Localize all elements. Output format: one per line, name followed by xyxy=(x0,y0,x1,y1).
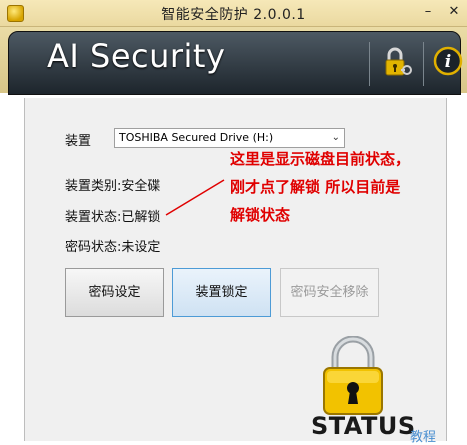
annotation-text: 这里是显示磁盘目前状态，刚才点了解锁 所以目前是解锁状态 xyxy=(230,150,411,224)
title-bar: 智能安全防护 2.0.0.1 – ✕ xyxy=(0,0,467,27)
status-lock-icon xyxy=(318,335,388,420)
password-state-row: 密码状态:未设定 xyxy=(65,236,160,255)
watermark-text: 教程 xyxy=(410,430,437,445)
lock-device-button[interactable]: 装置锁定 xyxy=(172,268,271,317)
lock-key-icon[interactable] xyxy=(381,46,415,80)
device-state-label: 装置状态: xyxy=(65,210,122,225)
close-button[interactable]: ✕ xyxy=(440,2,467,22)
device-type-label: 装置类别: xyxy=(65,179,122,194)
window-title: 智能安全防护 2.0.0.1 xyxy=(161,7,306,23)
banner-panel: AI Security i xyxy=(8,31,463,95)
device-label: 装置 xyxy=(65,134,92,149)
status-label: STATUS xyxy=(311,412,416,440)
password-state-value: 未设定 xyxy=(121,240,161,255)
device-type-value: 安全碟 xyxy=(121,179,161,194)
device-select-value: TOSHIBA Secured Drive (H:) xyxy=(119,131,274,144)
device-state-row: 装置状态:已解锁 xyxy=(65,206,160,225)
set-password-button[interactable]: 密码设定 xyxy=(65,268,164,317)
info-icon[interactable]: i xyxy=(433,46,467,80)
divider xyxy=(423,42,424,86)
device-state-value: 已解锁 xyxy=(121,210,161,225)
secure-remove-button[interactable]: 密码安全移除 xyxy=(280,268,379,317)
minimize-button[interactable]: – xyxy=(414,2,442,22)
svg-text:i: i xyxy=(445,52,451,72)
brand-title: AI Security xyxy=(47,37,226,75)
device-type-row: 装置类别:安全碟 xyxy=(65,175,160,194)
header-banner: AI Security i xyxy=(0,27,467,95)
divider xyxy=(369,42,370,86)
password-state-label: 密码状态: xyxy=(65,240,122,255)
